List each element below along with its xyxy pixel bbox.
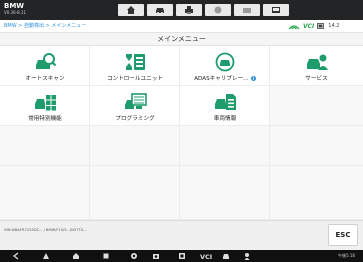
back-icon[interactable] xyxy=(12,252,20,260)
version-label: V0.36-8.11 xyxy=(4,10,26,15)
data-logging-button[interactable] xyxy=(263,4,289,16)
home-icon[interactable] xyxy=(72,252,80,260)
vci-manager-icon[interactable] xyxy=(178,252,186,260)
menu-label: ADASキャリブレー… i xyxy=(180,76,270,83)
recent-apps-icon[interactable] xyxy=(102,252,110,260)
menu-tile-empty xyxy=(0,166,90,220)
main-menu-grid: オートスキャン コントロールユニット ADASキャリブレー… i サービス 常用… xyxy=(0,46,363,220)
menu-label: 常用特別機能 xyxy=(28,116,62,122)
signal-icon xyxy=(288,24,300,29)
battery-icon xyxy=(317,23,325,29)
menu-tile-vehicle-info[interactable]: 車両情報 xyxy=(180,86,270,126)
remote-support-icon[interactable] xyxy=(244,252,252,260)
menu-tile-empty xyxy=(0,126,90,166)
programming-icon xyxy=(125,93,147,109)
print-button[interactable] xyxy=(176,4,202,16)
clock: 午後5:18 xyxy=(338,253,355,258)
breadcrumb-bar: BMW > 自動検出 > メインメニュー VCI 14.2 xyxy=(0,20,363,32)
menu-tile-control-unit[interactable]: コントロールユニット xyxy=(90,46,180,86)
menu-label-text: ADASキャリブレー… xyxy=(194,76,249,82)
menu-tile-empty xyxy=(90,126,180,166)
autel-home-icon[interactable] xyxy=(42,252,50,260)
menu-tile-adas-calibration[interactable]: ADASキャリブレー… i xyxy=(180,46,270,86)
menu-tile-auto-scan[interactable]: オートスキャン xyxy=(0,46,90,86)
screenshot-icon[interactable] xyxy=(152,252,160,260)
home-icon xyxy=(127,6,135,14)
menu-tile-empty xyxy=(270,126,363,166)
menu-tile-programming[interactable]: プログラミング xyxy=(90,86,180,126)
menu-tile-special-functions[interactable]: 常用特別機能 xyxy=(0,86,90,126)
vci-label: VCI xyxy=(303,22,315,30)
top-toolbar: BMW V0.36-8.11 xyxy=(0,0,363,20)
svg-text:VCI: VCI xyxy=(200,253,212,260)
menu-tile-service[interactable]: サービス xyxy=(270,46,363,86)
printer-icon xyxy=(185,6,193,14)
battery-voltage: 14.2 xyxy=(328,23,340,29)
help-button[interactable] xyxy=(205,4,231,16)
home-button[interactable] xyxy=(118,4,144,16)
menu-label: 車両情報 xyxy=(213,116,237,122)
vci-status: VCI 14.2 xyxy=(288,21,339,31)
menu-tile-empty xyxy=(180,166,270,220)
menu-label: コントロールユニット xyxy=(107,76,163,82)
title-bar: メインメニュー xyxy=(0,32,363,46)
vehicle-swap-button[interactable] xyxy=(147,4,173,16)
menu-label: オートスキャン xyxy=(25,76,65,82)
special-functions-icon xyxy=(35,95,56,111)
car-search-icon xyxy=(36,53,57,69)
system-nav-bar: VCI 午後5:18 xyxy=(0,250,363,262)
breadcrumb[interactable]: BMW > 自動検出 > メインメニュー xyxy=(4,22,86,30)
chrome-icon[interactable] xyxy=(130,252,138,260)
vci-icon[interactable]: VCI xyxy=(200,252,214,260)
menu-label: プログラミング xyxy=(115,116,155,122)
page-title: メインメニュー xyxy=(157,35,206,43)
car-swap-icon xyxy=(156,8,164,14)
car-service-icon xyxy=(307,54,328,70)
menu-tile-empty xyxy=(270,166,363,220)
brand-title: BMW xyxy=(4,2,25,10)
adas-camera-icon xyxy=(215,52,235,72)
vehicle-info-text: VIN:WBAFR7C55DC... / BMW/F10/5.../N57TÜ.… xyxy=(4,228,87,232)
menu-label: サービス xyxy=(305,76,328,82)
brand: BMW V0.36-8.11 xyxy=(4,2,26,15)
vehicle-info-icon xyxy=(215,94,236,110)
camera-icon xyxy=(243,8,251,13)
menu-tile-empty xyxy=(180,126,270,166)
screenshot-button[interactable] xyxy=(234,4,260,16)
record-icon xyxy=(272,7,280,13)
menu-tile-empty xyxy=(270,86,363,126)
vehicle-info-bar: VIN:WBAFR7C55DC... / BMW/F10/5.../N57TÜ.… xyxy=(0,220,363,250)
car-connect-icon[interactable] xyxy=(222,252,230,260)
esc-button[interactable]: ESC xyxy=(328,224,358,246)
help-icon xyxy=(214,6,222,14)
info-icon[interactable]: i xyxy=(250,76,256,81)
menu-tile-empty xyxy=(90,166,180,220)
control-unit-icon xyxy=(126,54,145,70)
